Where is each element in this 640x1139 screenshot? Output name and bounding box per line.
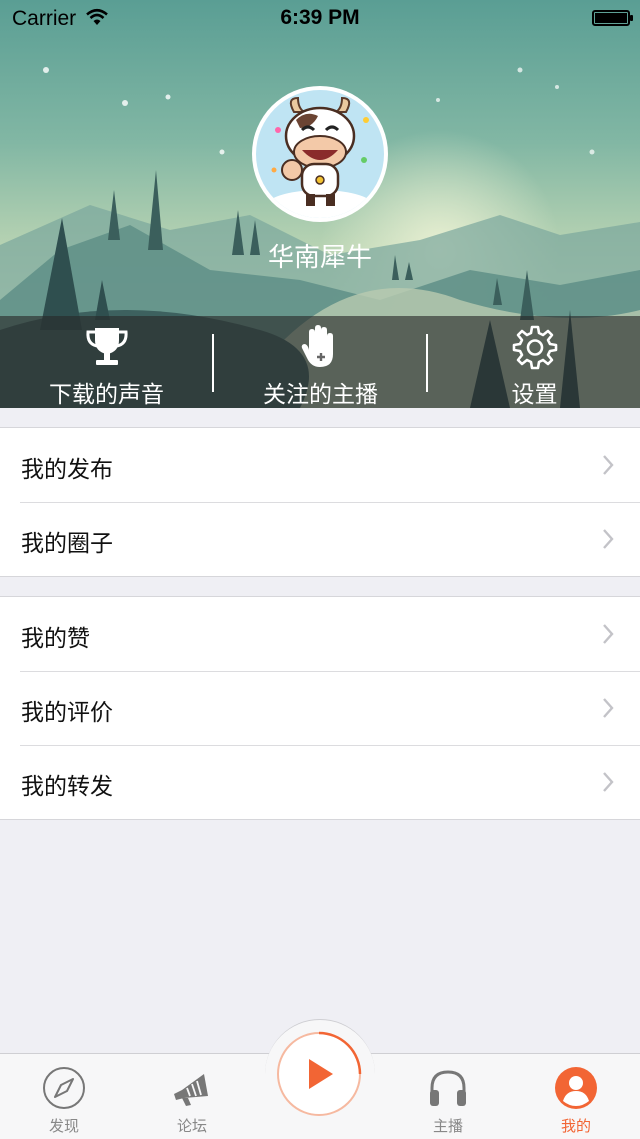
menu-item-label: 我的赞 xyxy=(21,626,90,652)
menu-item-label: 我的发布 xyxy=(21,457,113,483)
play-button-container xyxy=(265,1019,375,1129)
chevron-right-icon xyxy=(602,454,614,480)
chevron-right-icon xyxy=(602,623,614,649)
tab-me[interactable]: 我的 xyxy=(512,1054,640,1139)
settings-label: 设置 xyxy=(511,382,558,408)
clock: 6:39 PM xyxy=(280,6,360,29)
user-icon xyxy=(554,1066,598,1114)
followed-hosts-label: 关注的主播 xyxy=(263,382,378,408)
tab-label: 我的 xyxy=(560,1117,591,1135)
menu-item-my-likes[interactable]: 我的赞 xyxy=(0,597,640,671)
gear-icon xyxy=(512,324,558,374)
username: 华南犀牛 xyxy=(267,243,372,273)
tab-forum[interactable]: 论坛 xyxy=(128,1054,256,1139)
hand-icon xyxy=(299,324,343,374)
menu-item-my-reviews[interactable]: 我的评价 xyxy=(0,671,640,745)
status-bar: Carrier 6:39 PM xyxy=(0,0,640,40)
compass-icon xyxy=(42,1066,86,1114)
action-bar: 下载的声音 关注的主播 设置 xyxy=(0,316,640,408)
trophy-icon xyxy=(83,324,131,372)
chevron-right-icon xyxy=(602,528,614,554)
play-icon xyxy=(277,1031,362,1116)
battery-icon xyxy=(592,10,633,26)
menu-group-posts: 我的发布 我的圈子 xyxy=(0,427,640,577)
tab-label: 发现 xyxy=(48,1117,79,1135)
followed-hosts-button[interactable]: 关注的主播 xyxy=(214,316,427,408)
downloaded-sounds-label: 下载的声音 xyxy=(49,382,164,408)
menu-item-label: 我的转发 xyxy=(21,774,113,800)
menu-item-label: 我的圈子 xyxy=(21,531,113,557)
tab-discover[interactable]: 发现 xyxy=(0,1054,128,1139)
avatar[interactable] xyxy=(252,86,388,222)
menu-item-my-reposts[interactable]: 我的转发 xyxy=(0,745,640,819)
cow-avatar-icon xyxy=(256,90,384,218)
play-button[interactable] xyxy=(275,1030,363,1118)
menu-item-my-circles[interactable]: 我的圈子 xyxy=(0,502,640,576)
menu-item-label: 我的评价 xyxy=(21,700,113,726)
tab-label: 论坛 xyxy=(176,1117,207,1135)
tab-hosts[interactable]: 主播 xyxy=(384,1054,512,1139)
downloaded-sounds-button[interactable]: 下载的声音 xyxy=(0,316,213,408)
menu-group-activity: 我的赞 我的评价 我的转发 xyxy=(0,596,640,820)
settings-button[interactable]: 设置 xyxy=(428,316,640,408)
headphones-icon xyxy=(426,1066,470,1114)
menu-item-my-posts[interactable]: 我的发布 xyxy=(0,428,640,502)
profile-header: Carrier 6:39 PM 华南犀牛 下载的声音 关注的主播 设置 xyxy=(0,0,640,408)
chevron-right-icon xyxy=(602,697,614,723)
megaphone-icon xyxy=(170,1066,214,1114)
tab-label: 主播 xyxy=(432,1117,463,1135)
chevron-right-icon xyxy=(602,771,614,797)
